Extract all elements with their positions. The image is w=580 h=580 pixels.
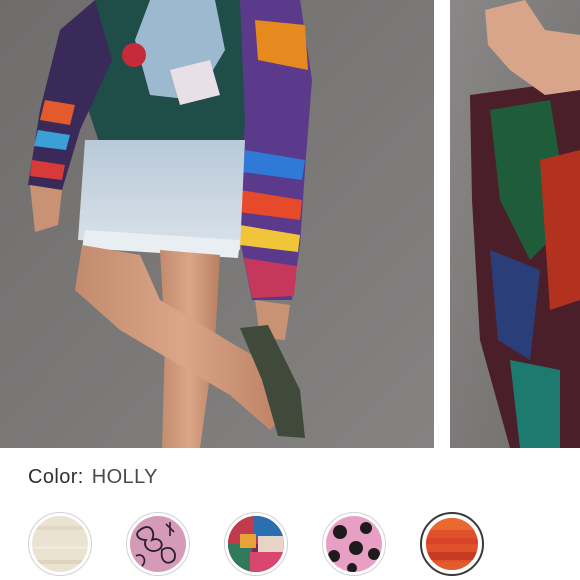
swatch-holly-fabric: [426, 518, 478, 570]
swatch-holly[interactable]: [420, 512, 484, 576]
product-image-main[interactable]: [0, 0, 434, 448]
swatch-pink-floral-fabric: [130, 516, 186, 572]
swatch-pink-dots-fabric: [326, 516, 382, 572]
selected-color-name: HOLLY: [91, 466, 158, 488]
product-page: Color: HOLLY: [0, 0, 580, 580]
model-photo-side: [450, 0, 580, 448]
color-label: Color:: [28, 466, 84, 488]
swatch-cream[interactable]: [28, 512, 92, 576]
model-photo-main: [0, 0, 434, 448]
swatch-pink-dots[interactable]: [322, 512, 386, 576]
product-image-gallery[interactable]: [0, 0, 580, 448]
swatch-abstract-multi-fabric: [228, 516, 284, 572]
swatch-cream-fabric: [32, 516, 88, 572]
color-selection-label: Color: HOLLY: [28, 466, 158, 494]
product-image-next[interactable]: [450, 0, 580, 448]
color-swatches: [0, 512, 580, 580]
swatch-pink-floral[interactable]: [126, 512, 190, 576]
swatch-abstract-multi[interactable]: [224, 512, 288, 576]
